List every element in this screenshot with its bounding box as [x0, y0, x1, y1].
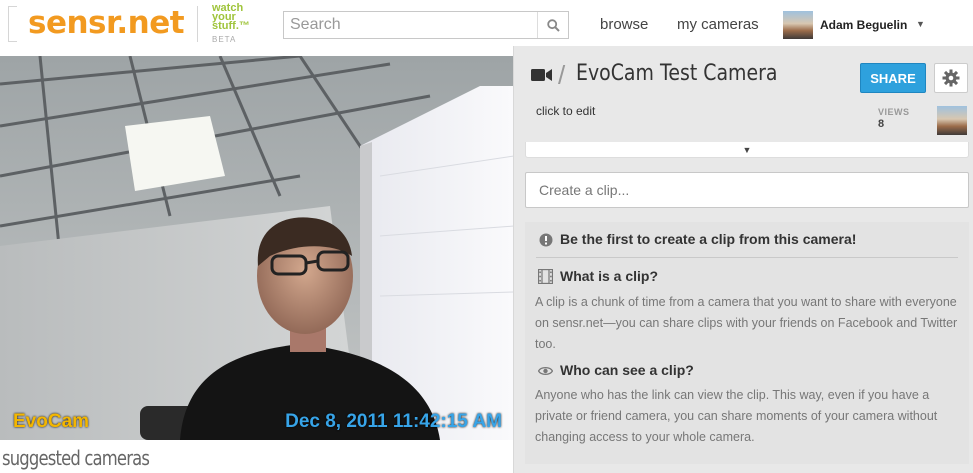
nav-my-cameras[interactable]: my cameras	[677, 16, 759, 33]
beta-label: BETA	[212, 35, 237, 44]
video-camera-icon	[531, 69, 552, 81]
clip-info-box: Be the first to create a clip from this …	[525, 222, 969, 464]
views-count: 8	[878, 118, 885, 130]
search-icon	[546, 18, 560, 32]
top-bar: sensr.net watch your stuff.™ BETA browse…	[0, 0, 973, 48]
user-avatar[interactable]	[783, 11, 813, 39]
settings-button[interactable]	[934, 63, 968, 93]
expand-details-toggle[interactable]: ▼	[525, 142, 969, 158]
gear-icon	[942, 69, 960, 87]
user-name[interactable]: Adam Beguelin	[820, 18, 907, 32]
site-logo[interactable]: sensr.net	[28, 3, 185, 43]
user-menu-caret-icon[interactable]: ▼	[916, 19, 925, 29]
alert-icon	[539, 233, 553, 247]
logo-tagline: watch your stuff.™	[212, 3, 250, 32]
what-is-clip-text: A clip is a chunk of time from a camera …	[535, 295, 958, 351]
suggested-cameras-heading: suggested cameras	[2, 446, 150, 470]
timestamp-overlay: Dec 8, 2011 11:42:15 AM	[285, 411, 502, 432]
click-to-edit-link[interactable]: click to edit	[536, 104, 595, 118]
search-button[interactable]	[537, 12, 568, 38]
camera-title[interactable]: EvoCam Test Camera	[576, 61, 778, 86]
first-clip-message: Be the first to create a clip from this …	[560, 231, 857, 247]
who-can-see-text: Anyone who has the link can view the cli…	[535, 388, 938, 444]
info-divider	[536, 257, 958, 258]
what-is-clip-heading: What is a clip?	[560, 268, 659, 284]
camera-name-overlay: EvoCam	[13, 411, 90, 432]
title-divider-icon: /	[558, 60, 566, 90]
create-clip-input[interactable]	[525, 172, 969, 208]
eye-icon	[538, 366, 553, 376]
search-input[interactable]	[284, 12, 538, 38]
views-label: VIEWS	[878, 107, 910, 117]
camera-feed-image	[0, 56, 514, 440]
search-box	[283, 11, 569, 39]
viewer-avatar[interactable]	[937, 106, 967, 135]
who-can-see-heading: Who can see a clip?	[560, 362, 694, 378]
chevron-down-icon: ▼	[742, 144, 752, 155]
tagline-line-3: stuff.™	[212, 20, 250, 32]
film-strip-icon	[538, 269, 553, 284]
share-button[interactable]: SHARE	[860, 63, 926, 93]
camera-info-panel: / EvoCam Test Camera SHARE click to edit…	[513, 46, 973, 473]
camera-feed[interactable]: EvoCam Dec 8, 2011 11:42:15 AM	[0, 56, 514, 440]
nav-browse[interactable]: browse	[600, 16, 648, 33]
